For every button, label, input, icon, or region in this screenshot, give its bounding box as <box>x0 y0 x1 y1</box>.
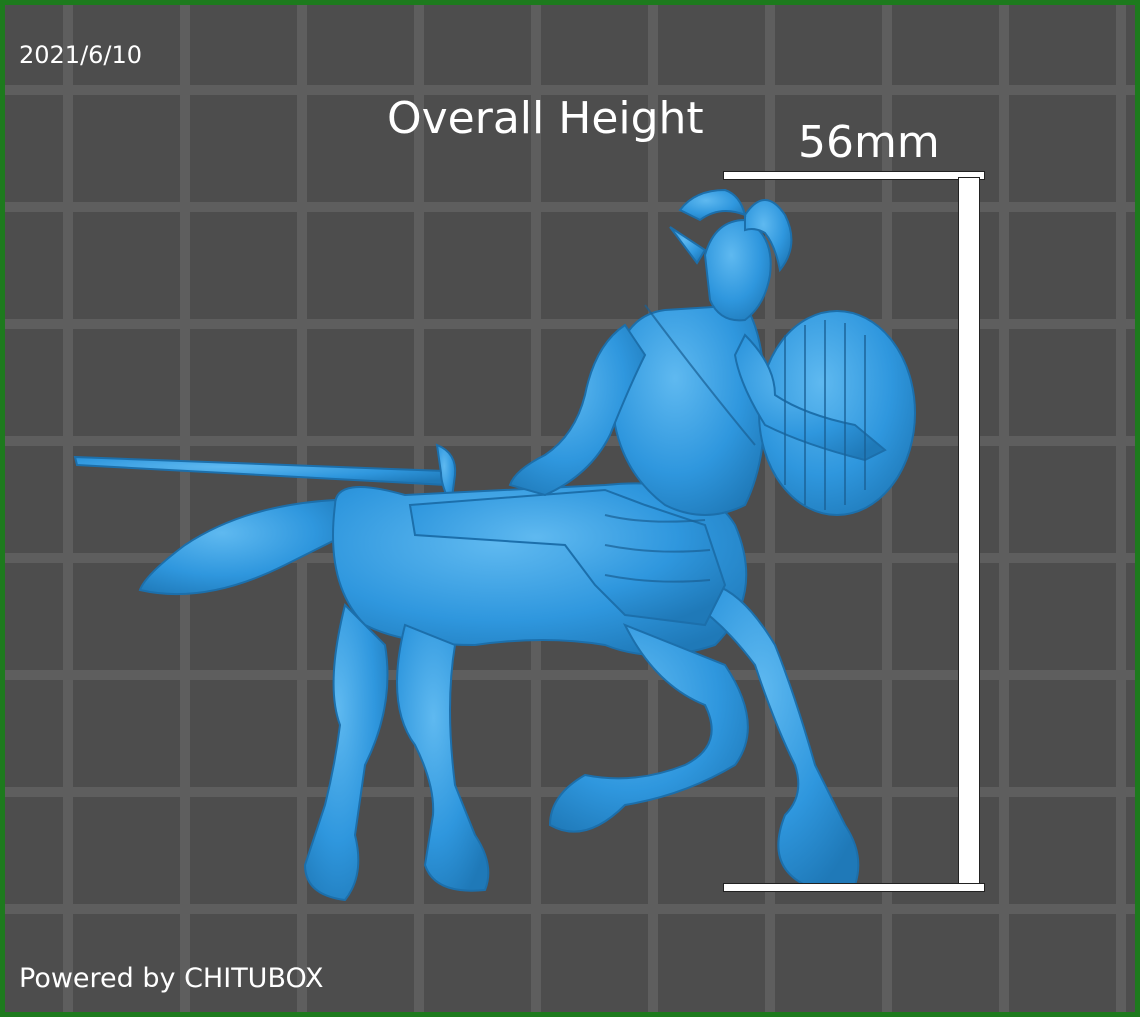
head-shape <box>703 218 772 322</box>
measurement-bottom-bar <box>723 883 985 892</box>
sword-shape <box>73 455 449 487</box>
measurement-top-bar <box>723 171 985 180</box>
front-leg-left-shape <box>548 623 749 833</box>
rear-leg-left-shape <box>303 603 389 902</box>
slicer-viewport[interactable]: 2021/6/10 Overall Height 56mm Powered by… <box>5 5 1135 1012</box>
powered-by-label: Powered by CHITUBOX <box>19 963 324 994</box>
measurement-vertical-bar <box>958 177 980 887</box>
horn-tip-shape <box>678 188 747 222</box>
tail-shape <box>138 498 347 596</box>
ear-shape <box>669 226 707 265</box>
rear-leg-right-shape <box>396 623 490 892</box>
